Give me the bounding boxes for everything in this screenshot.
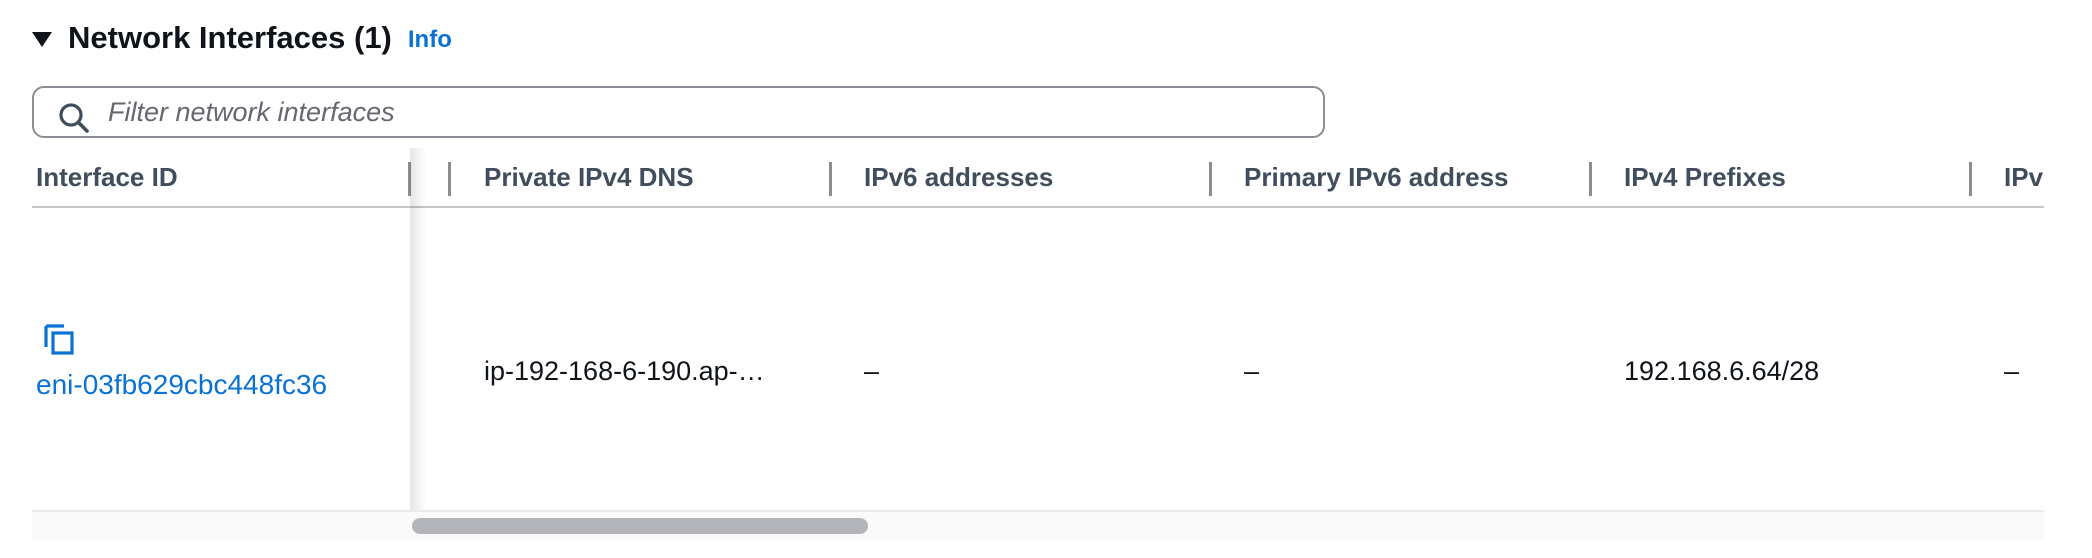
filter-box[interactable] — [32, 86, 1325, 138]
cell-ipv4-prefixes: 192.168.6.64/28 — [1624, 356, 1820, 386]
cell-ipv: – — [2004, 356, 2020, 386]
column-header-private-ipv4-dns[interactable]: Private IPv4 DNS — [484, 148, 694, 206]
column-header-interface-id[interactable]: Interface ID — [36, 148, 178, 206]
column-resizer[interactable] — [829, 162, 832, 196]
interface-id-link[interactable]: eni-03fb629cbc448fc36 — [36, 369, 327, 401]
scrollbar-thumb[interactable] — [412, 518, 868, 534]
interfaces-table: Interface ID Private IPv4 DNS IPv6 addre… — [32, 148, 2044, 540]
column-resizer[interactable] — [448, 162, 451, 196]
column-header-ipv6-addresses[interactable]: IPv6 addresses — [864, 148, 1053, 206]
cell-private-ipv4-dns: ip-192-168-6-190.ap-… — [484, 356, 765, 386]
sticky-column-shadow — [410, 148, 426, 510]
caret-down-icon[interactable] — [32, 31, 52, 47]
column-header-ipv-truncated[interactable]: IPv — [2004, 148, 2043, 206]
search-icon — [59, 103, 89, 133]
column-resizer[interactable] — [1589, 162, 1592, 196]
horizontal-scrollbar[interactable] — [32, 512, 2044, 540]
column-header-primary-ipv6-address[interactable]: Primary IPv6 address — [1244, 148, 1509, 206]
section-title: Network Interfaces (1) — [68, 20, 392, 55]
cell-primary-ipv6-address: – — [1244, 356, 1260, 386]
section-header: Network Interfaces (1) Info — [32, 18, 452, 58]
column-resizer[interactable] — [1969, 162, 1972, 196]
copy-icon[interactable] — [42, 323, 76, 357]
column-header-ipv4-prefixes[interactable]: IPv4 Prefixes — [1624, 148, 1786, 206]
table-row: ip-192-168-6-190.ap-… – – 192.168.6.64/2… — [32, 208, 2044, 510]
cell-ipv6-addresses: – — [864, 356, 880, 386]
table-header-row: Interface ID Private IPv4 DNS IPv6 addre… — [32, 148, 2044, 208]
column-resizer[interactable] — [1209, 162, 1212, 196]
info-link[interactable]: Info — [408, 26, 452, 54]
filter-input[interactable] — [106, 91, 1290, 133]
